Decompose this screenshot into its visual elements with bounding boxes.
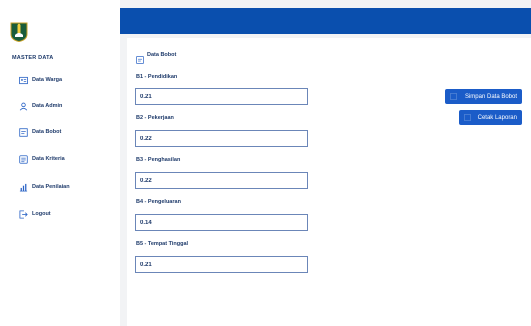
b5-tempat-tinggal-input[interactable] (135, 256, 308, 273)
simpan-data-bobot-button[interactable]: Simpan Data Bobot (445, 89, 522, 104)
b4-pengeluaran-input[interactable] (135, 214, 308, 231)
list-icon (19, 154, 28, 164)
sidebar-item-data-bobot[interactable]: Data Bobot (19, 126, 61, 138)
sidebar-item-data-kriteria[interactable]: Data Kriteria (19, 153, 65, 165)
sidebar-item-label: Data Admin (32, 103, 63, 109)
sidebar-item-data-penilaian[interactable]: Data Penilaian (19, 181, 70, 193)
scale-icon (19, 127, 28, 137)
sidebar-item-label: Logout (32, 211, 51, 217)
cetak-laporan-label: Cetak Laporan (477, 114, 517, 121)
field-label-b4: B4 - Pengeluaran (136, 199, 181, 205)
sidebar-item-label: Data Penilaian (32, 184, 70, 190)
print-icon (464, 114, 471, 121)
sidebar: MASTER DATA Data Warga Data Admin Data B… (0, 0, 120, 326)
sidebar-item-data-warga[interactable]: Data Warga (19, 74, 62, 86)
cetak-laporan-button[interactable]: Cetak Laporan (459, 110, 522, 125)
page-title-text: Data Bobot (147, 52, 177, 58)
field-label-b1: B1 - Pendidikan (136, 74, 178, 80)
sidebar-item-logout[interactable]: Logout (19, 208, 51, 220)
jakarta-logo-icon (10, 22, 28, 43)
sidebar-item-label: Data Warga (32, 77, 63, 83)
field-label-b5: B5 - Tempat Tinggal (136, 241, 189, 247)
field-label-b3: B3 - Penghasilan (136, 157, 181, 163)
field-label-b2: B2 - Pekerjaan (136, 115, 174, 121)
b2-pekerjaan-input[interactable] (135, 130, 308, 147)
logout-icon (19, 209, 28, 219)
id-card-icon (19, 76, 28, 85)
chart-icon (19, 183, 28, 192)
user-icon (19, 102, 28, 111)
top-header-bar (120, 8, 531, 34)
page-title: Data Bobot (136, 51, 177, 64)
sidebar-item-label: Data Bobot (32, 129, 62, 135)
simpan-data-bobot-label: Simpan Data Bobot (464, 93, 517, 100)
scale-icon (136, 51, 144, 64)
save-icon (450, 93, 457, 100)
sidebar-item-label: Data Kriteria (32, 156, 65, 162)
b3-penghasilan-input[interactable] (135, 172, 308, 189)
sidebar-item-data-admin[interactable]: Data Admin (19, 100, 62, 112)
section-title-master-data: MASTER DATA (12, 55, 54, 61)
b1-pendidikan-input[interactable] (135, 88, 308, 105)
